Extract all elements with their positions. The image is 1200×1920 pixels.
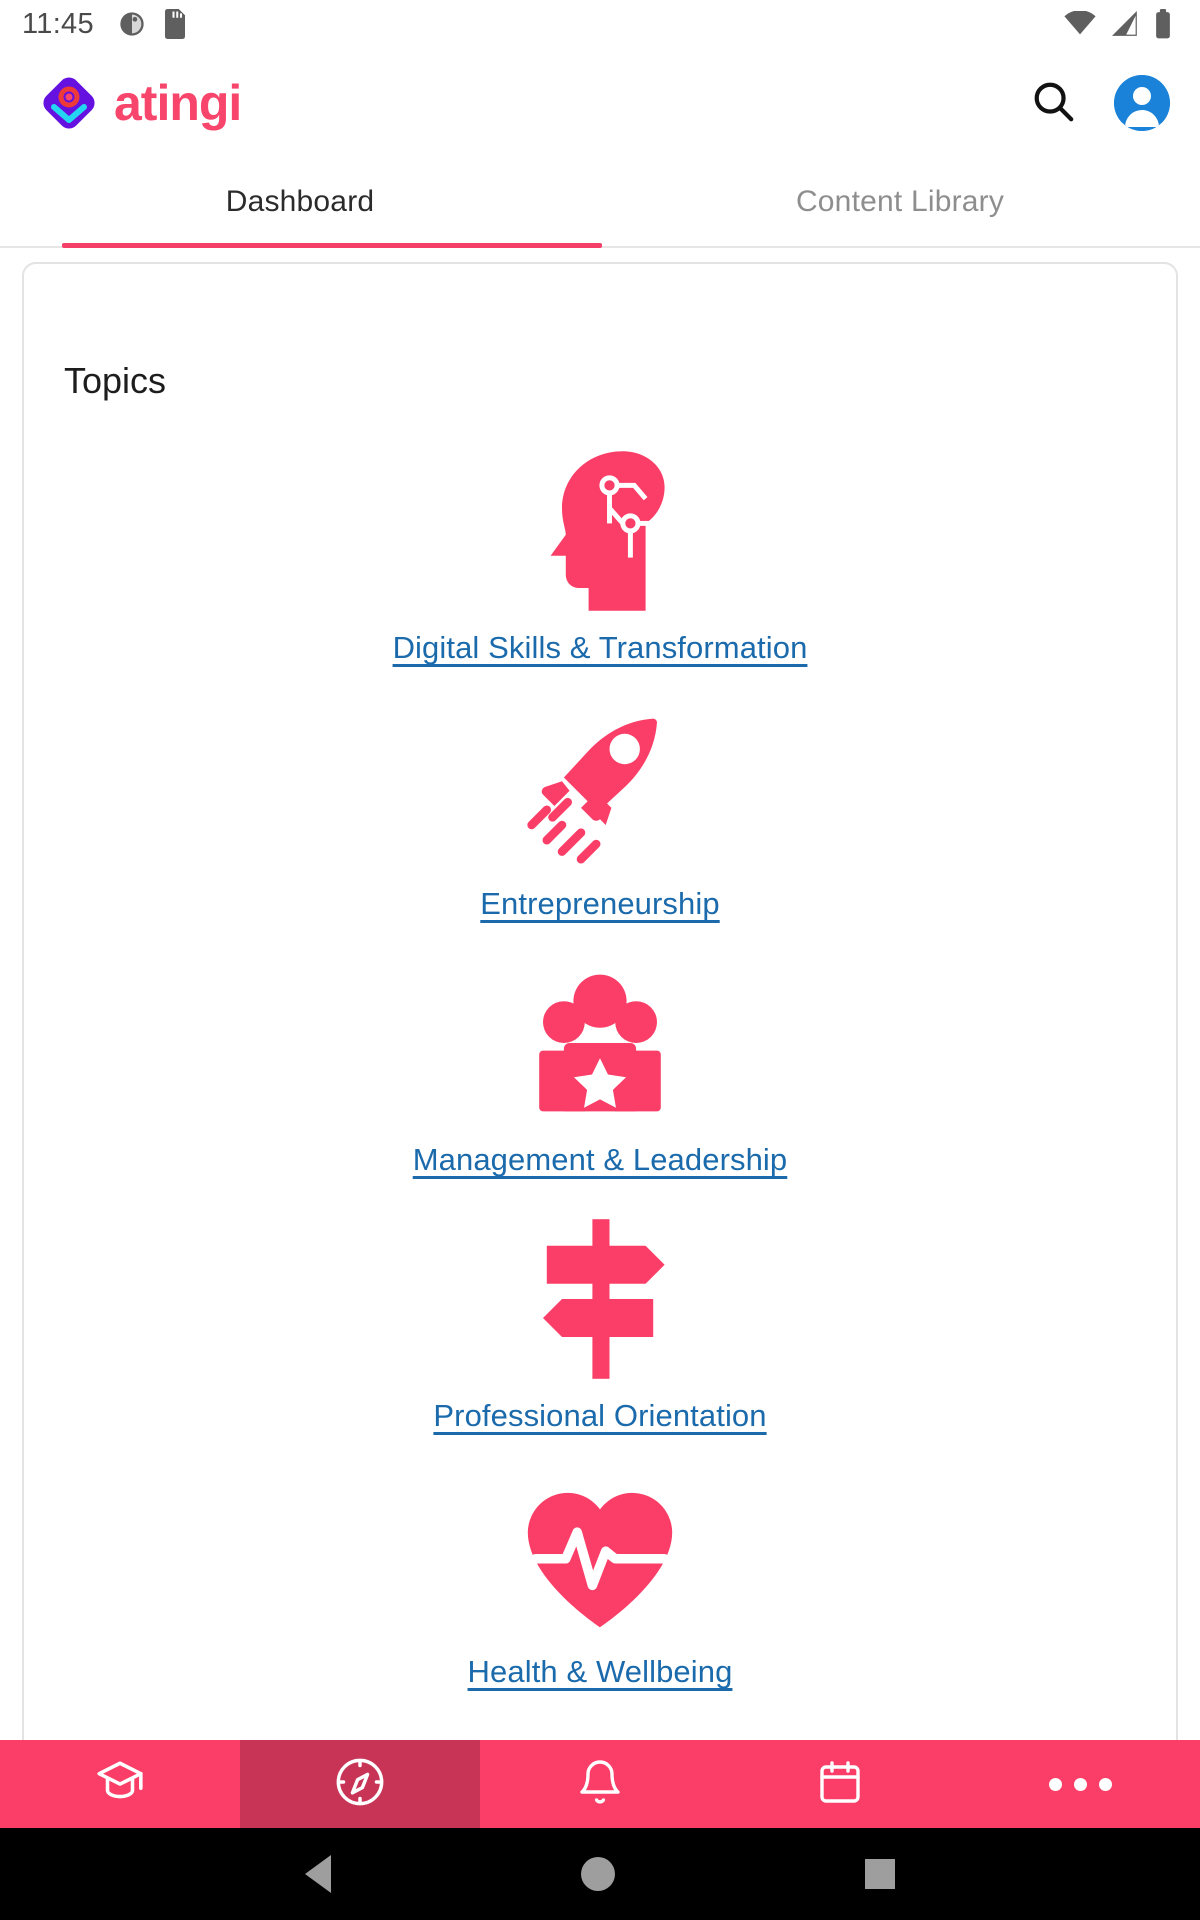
wifi-icon <box>1064 11 1096 35</box>
topic-link[interactable]: Digital Skills & Transformation <box>393 630 808 666</box>
nav-item-notifications[interactable] <box>480 1740 720 1828</box>
status-time: 11:45 <box>22 7 94 40</box>
cellular-signal-icon <box>1112 11 1137 36</box>
home-icon[interactable] <box>581 1857 615 1891</box>
brand-name: atingi <box>114 75 242 131</box>
tab-dashboard-label: Dashboard <box>225 185 375 218</box>
signpost-icon <box>505 1204 695 1394</box>
dashboard-scroll-area[interactable]: Topics Digital Skills & Transformation E… <box>0 250 1200 1740</box>
graduation-cap-icon <box>95 1757 145 1812</box>
more-dots-icon <box>1048 1777 1112 1791</box>
status-right-icons <box>1064 9 1178 39</box>
contrast-icon <box>120 12 144 36</box>
topic-link[interactable]: Health & Wellbeing <box>468 1654 733 1690</box>
topic-item[interactable]: Digital Skills & Transformation <box>24 436 1176 666</box>
dot <box>1098 1777 1112 1791</box>
topic-link[interactable]: Entrepreneurship <box>480 886 719 922</box>
bottom-navigation <box>0 1740 1200 1828</box>
calendar-icon <box>816 1758 864 1811</box>
android-system-nav <box>0 1828 1200 1920</box>
battery-icon <box>1156 9 1170 39</box>
status-bar: 11:45 <box>0 0 1200 48</box>
tab-active-indicator <box>62 243 602 248</box>
recents-icon[interactable] <box>865 1859 895 1889</box>
tab-content-library[interactable]: Content Library <box>600 158 1200 246</box>
topics-card: Topics Digital Skills & Transformation E… <box>22 262 1178 1740</box>
nav-item-more[interactable] <box>960 1740 1200 1828</box>
dot <box>1048 1777 1062 1791</box>
app-screen: 11:45 atingi Dashboard Content Library T… <box>0 0 1200 1920</box>
atingi-logo-icon <box>40 74 98 132</box>
topic-item[interactable]: Health & Wellbeing <box>24 1460 1176 1690</box>
topic-item[interactable]: Professional Orientation <box>24 1204 1176 1434</box>
account-avatar-icon[interactable] <box>1114 75 1170 131</box>
app-header: atingi <box>0 48 1200 158</box>
tab-dashboard[interactable]: Dashboard <box>0 158 600 246</box>
nav-item-learning[interactable] <box>0 1740 240 1828</box>
tab-bar: Dashboard Content Library <box>0 158 1200 248</box>
topic-link[interactable]: Management & Leadership <box>413 1142 788 1178</box>
topic-link[interactable]: Professional Orientation <box>433 1398 766 1434</box>
app-header-actions <box>1030 75 1170 131</box>
status-left-icons <box>118 9 188 39</box>
search-icon[interactable] <box>1030 78 1076 129</box>
tab-content-library-label: Content Library <box>795 185 1005 218</box>
sd-card-icon <box>164 9 185 39</box>
rocket-icon <box>505 692 695 882</box>
dot <box>1073 1777 1087 1791</box>
head-circuit-icon <box>505 436 695 626</box>
topic-item[interactable]: Management & Leadership <box>24 948 1176 1178</box>
compass-icon <box>334 1756 386 1813</box>
brand-logo[interactable]: atingi <box>40 74 242 132</box>
back-icon[interactable] <box>305 1855 331 1893</box>
nav-item-explore[interactable] <box>240 1740 480 1828</box>
page-title: Topics <box>64 360 167 401</box>
people-star-icon <box>505 948 695 1138</box>
bell-icon <box>576 1758 624 1811</box>
topic-item[interactable]: Entrepreneurship <box>24 692 1176 922</box>
heart-pulse-icon <box>505 1460 695 1650</box>
nav-item-calendar[interactable] <box>720 1740 960 1828</box>
